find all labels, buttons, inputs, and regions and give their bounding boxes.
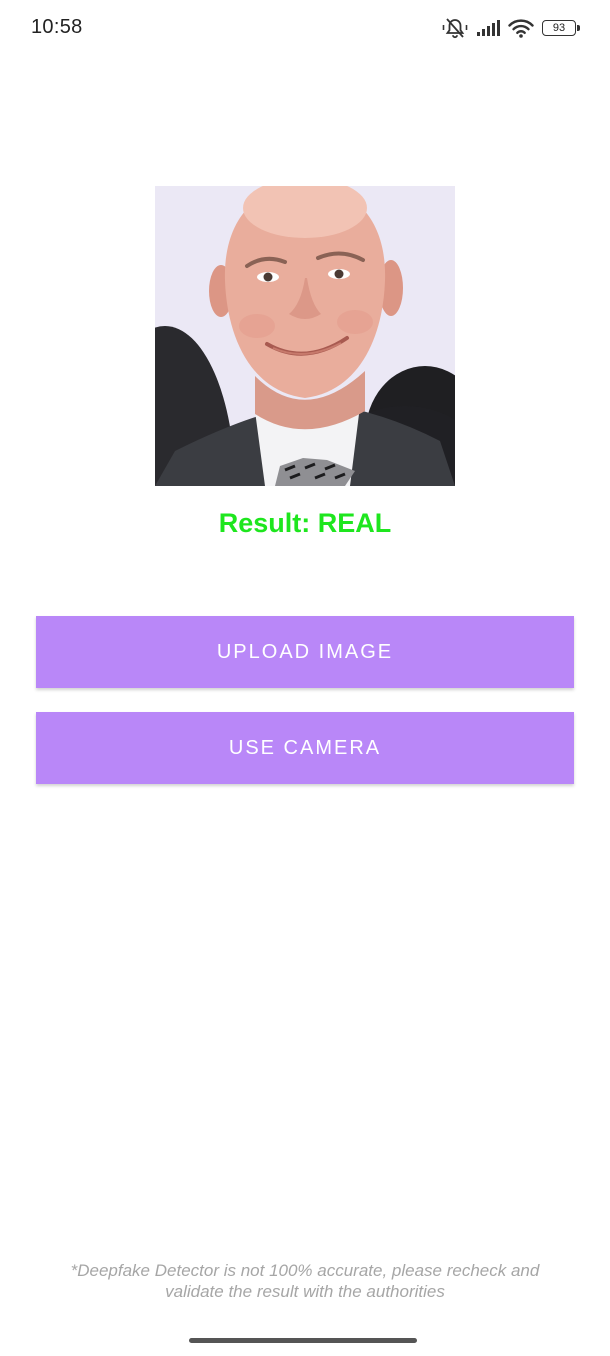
upload-image-button[interactable]: UPLOAD IMAGE xyxy=(36,616,574,688)
use-camera-button[interactable]: USE CAMERA xyxy=(36,712,574,784)
status-time: 10:58 xyxy=(31,16,83,38)
selected-photo xyxy=(155,186,455,486)
status-icons: 93 xyxy=(442,16,580,40)
result-text: Result: REAL xyxy=(218,508,392,538)
status-bar: 10:58 93 xyxy=(0,0,610,56)
app-screen: 10:58 93 Result: REAL UPLOAD IMAGE USE C… xyxy=(0,0,610,1356)
signal-icon xyxy=(476,19,500,37)
disclaimer-line-1: *Deepfake Detector is not 100% accurate,… xyxy=(70,1261,540,1280)
wifi-icon xyxy=(508,18,534,38)
disclaimer: *Deepfake Detector is not 100% accurate,… xyxy=(50,1260,560,1302)
home-indicator[interactable] xyxy=(189,1338,417,1343)
mute-icon xyxy=(442,17,468,39)
battery-level: 93 xyxy=(552,21,566,34)
disclaimer-line-2: validate the result with the authorities xyxy=(165,1282,445,1301)
battery-icon: 93 xyxy=(542,20,580,36)
